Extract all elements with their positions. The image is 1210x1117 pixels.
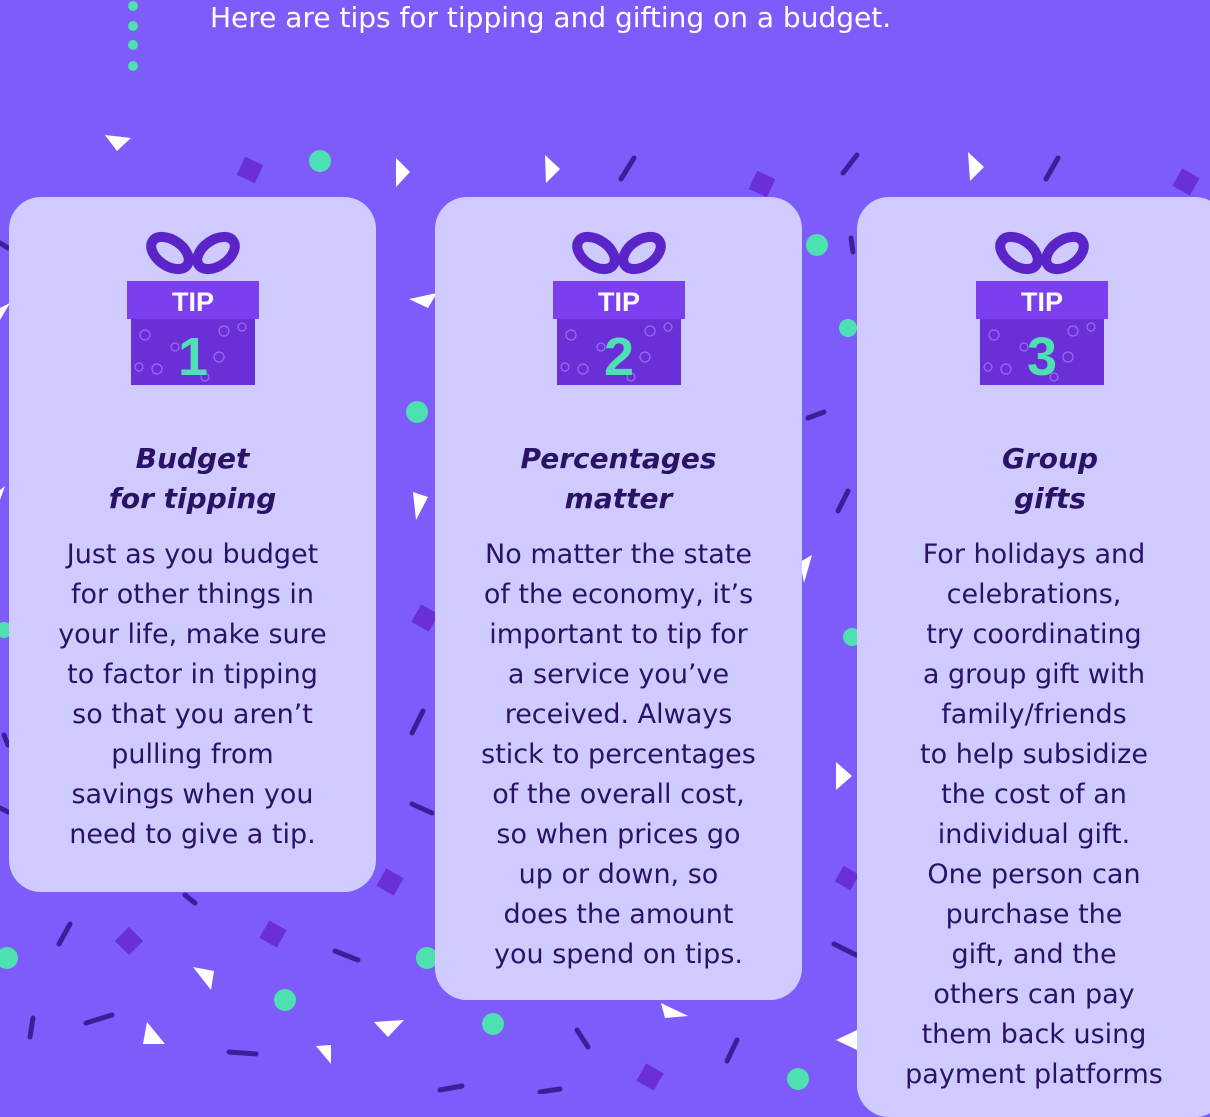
tip-card-3: TIP 3 Group gifts For holidays and celeb… xyxy=(857,197,1210,1117)
gift-box-icon: TIP 1 xyxy=(126,231,259,387)
tip-card-2: TIP 2 Percentages matter No matter the s… xyxy=(435,197,802,1000)
tip-number: 2 xyxy=(603,327,633,387)
tip-title: Budget for tipping xyxy=(108,442,277,515)
tip-badge-label: TIP xyxy=(171,287,213,317)
tip-title: Percentages matter xyxy=(520,442,717,515)
tip-body: For holidays and celebrations, try coord… xyxy=(905,539,1163,1090)
tip-title: Group gifts xyxy=(1001,442,1098,515)
tip-body: Just as you budget for other things in y… xyxy=(58,539,327,850)
gift-box-icon: TIP 2 xyxy=(552,231,685,387)
intro-text: Here are tips for tipping and gifting on… xyxy=(210,1,892,34)
tip-badge-label: TIP xyxy=(597,287,639,317)
tip-card-1: TIP 1 Budget for tipping Just as you bud… xyxy=(9,197,376,892)
tip-number: 1 xyxy=(177,327,207,387)
vertical-dots-decoration xyxy=(128,1,138,71)
tip-badge-label: TIP xyxy=(1021,287,1063,317)
gift-box-icon: TIP 3 xyxy=(976,231,1108,387)
tip-number: 3 xyxy=(1027,327,1057,387)
tip-body: No matter the state of the economy, it’s… xyxy=(481,539,756,970)
